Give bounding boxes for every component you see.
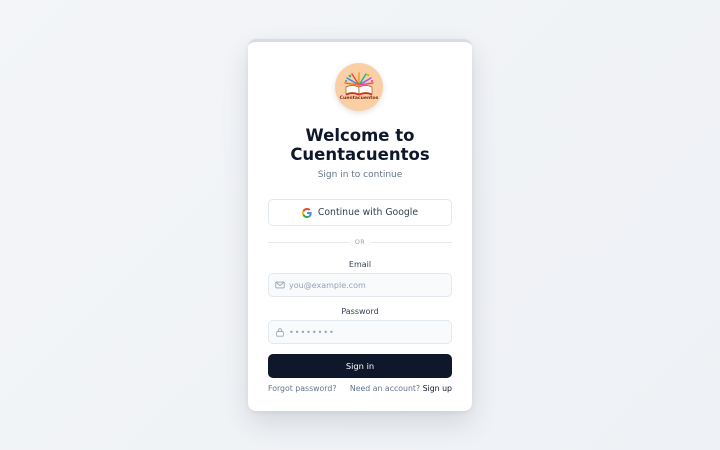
login-card: Cuentacuentos Welcome to Cuentacuentos S…	[248, 39, 472, 411]
forgot-password-link[interactable]: Forgot password?	[268, 384, 336, 393]
email-field-container	[268, 273, 452, 297]
signup-prompt: Need an account? Sign up	[350, 384, 452, 393]
or-divider: OR	[268, 236, 453, 248]
divider-line-right	[371, 241, 453, 243]
password-field[interactable]	[289, 321, 447, 343]
google-signin-label: Continue with Google	[317, 207, 419, 218]
auth-footer: Forgot password? Need an account? Sign u…	[268, 384, 452, 393]
sign-up-link[interactable]: Sign up	[423, 384, 452, 393]
google-icon	[301, 207, 312, 218]
email-field[interactable]	[289, 274, 447, 296]
logo-text: Cuentacuentos	[339, 96, 379, 101]
page-subtitle: Sign in to continue	[317, 170, 403, 180]
password-field-container	[268, 320, 452, 344]
divider-line-left	[268, 241, 349, 243]
sign-in-button[interactable]: Sign in	[268, 354, 452, 378]
email-label: Email	[348, 260, 372, 269]
book-logo-icon	[344, 72, 374, 96]
page-title: Welcome to Cuentacuentos	[290, 126, 430, 164]
lock-icon	[276, 328, 284, 337]
app-logo: Cuentacuentos	[335, 63, 383, 111]
google-signin-button[interactable]: Continue with Google	[268, 199, 452, 226]
password-label: Password	[341, 307, 379, 316]
need-account-text: Need an account?	[349, 384, 421, 393]
mail-icon	[275, 281, 285, 289]
divider-text: OR	[354, 238, 366, 246]
